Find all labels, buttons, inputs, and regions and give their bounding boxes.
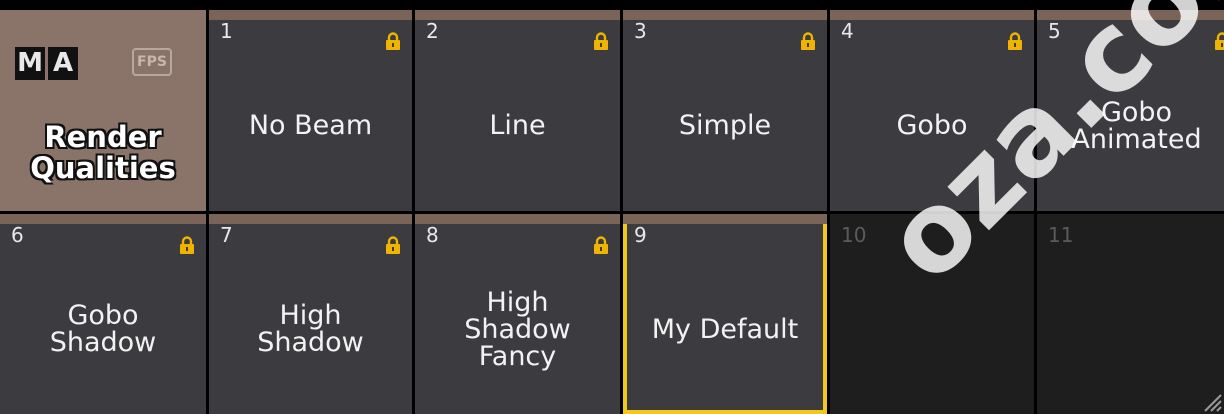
item-number: 10 <box>841 223 867 247</box>
resize-grip-icon[interactable] <box>1200 390 1222 412</box>
item-label: High Shadow Fancy <box>464 286 571 372</box>
pool-title-tile[interactable]: M A FPS Render Qualities <box>0 10 206 211</box>
item-label: Gobo Animated <box>1071 96 1202 155</box>
item-label: No Beam <box>248 110 373 141</box>
item-label: Gobo <box>896 110 968 141</box>
item-label: Line <box>489 110 546 141</box>
pool-item-7[interactable]: 7 High Shadow <box>209 214 412 414</box>
tile-header-bar <box>415 214 620 224</box>
tile-header-bar <box>209 10 412 20</box>
tile-header-bar <box>415 10 620 20</box>
pool-item-5[interactable]: 5 Gobo Animated <box>1037 10 1224 211</box>
pool-title: Render Qualities <box>30 120 176 185</box>
pool-item-9[interactable]: 9 My Default <box>623 214 827 414</box>
fps-indicator: FPS <box>132 48 172 76</box>
item-label: High Shadow <box>257 300 364 358</box>
render-qualities-pool: M A FPS Render Qualities 1 No Beam 2 Lin… <box>0 0 1224 414</box>
item-label: My Default <box>651 313 799 345</box>
pool-item-4[interactable]: 4 Gobo <box>830 10 1034 211</box>
pool-item-11[interactable]: 11 <box>1037 214 1224 414</box>
pool-item-1[interactable]: 1 No Beam <box>209 10 412 211</box>
tile-header-bar <box>623 214 827 224</box>
ma-logo-letter-a: A <box>48 47 78 80</box>
pool-item-3[interactable]: 3 Simple <box>623 10 827 211</box>
ma-logo-letter-m: M <box>15 47 45 80</box>
tile-header-bar <box>830 10 1034 20</box>
pool-item-8[interactable]: 8 High Shadow Fancy <box>415 214 620 414</box>
tile-header-bar <box>1037 10 1224 20</box>
ma-logo: M A <box>15 47 78 80</box>
tile-header-bar <box>0 214 206 224</box>
tile-header-bar <box>623 10 827 20</box>
item-number: 11 <box>1048 223 1074 247</box>
pool-item-10[interactable]: 10 <box>830 214 1034 414</box>
item-label: Simple <box>678 110 772 141</box>
item-label: Gobo Shadow <box>49 300 157 358</box>
tile-header-bar <box>209 214 412 224</box>
pool-item-6[interactable]: 6 Gobo Shadow <box>0 214 206 414</box>
pool-item-2[interactable]: 2 Line <box>415 10 620 211</box>
